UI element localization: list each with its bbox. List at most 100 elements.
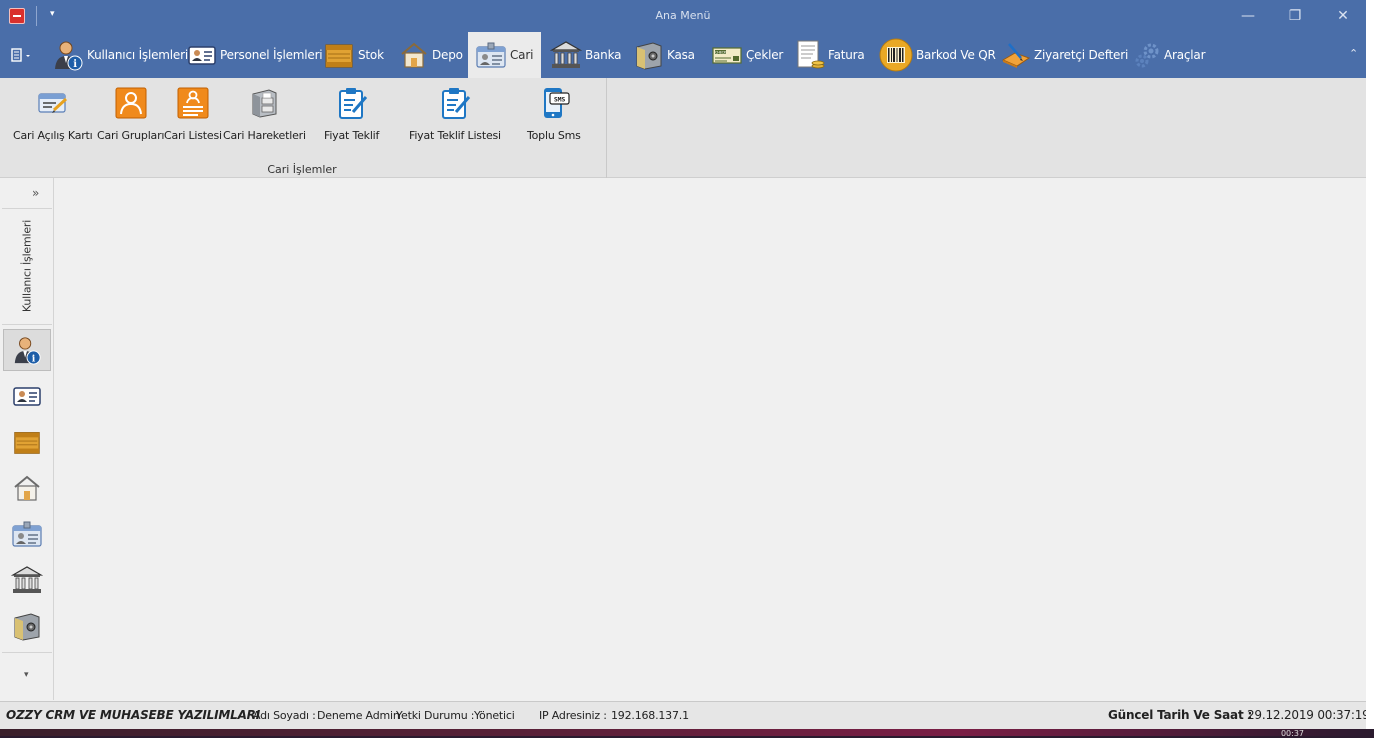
sidebar-divider	[2, 324, 52, 325]
sidebar-item-stok[interactable]	[3, 421, 51, 463]
tab-depo[interactable]: Depo	[399, 32, 463, 78]
tab-personel-islemleri[interactable]: Personel İşlemleri	[187, 32, 323, 78]
ribbon-button-label: Cari Listesi	[164, 129, 222, 142]
gears-icon	[1135, 43, 1159, 68]
house-icon	[401, 42, 427, 68]
card-edit-icon	[38, 93, 67, 113]
box-icon	[325, 44, 353, 68]
clipboard-edit-icon	[338, 88, 367, 119]
box-icon	[14, 432, 40, 454]
tab-label: Ziyaretçi Defteri	[1034, 48, 1129, 62]
tab-label: Stok	[358, 48, 384, 62]
svg-text:i: i	[32, 353, 36, 364]
role-value: Yönetici	[474, 709, 515, 722]
datetime-label: Güncel Tarih Ve Saat :	[1108, 708, 1253, 722]
taskbar-strip	[0, 729, 1374, 736]
tab-cekler[interactable]: CHECK Çekler	[711, 32, 783, 78]
svg-text:CHECK: CHECK	[715, 50, 727, 54]
tab-label: Araçlar	[1164, 48, 1206, 62]
safe-icon	[636, 42, 662, 70]
sidebar-item-kasa[interactable]	[3, 605, 51, 647]
title-bar: ▾ Ana Menü — ❐ ✕	[0, 0, 1366, 32]
ribbon-button-label: Fiyat Teklif Listesi	[409, 129, 501, 142]
restore-button[interactable]: ❐	[1283, 4, 1307, 28]
main-window: ▾ Ana Menü — ❐ ✕ i Kullanıcı İşlemleri P…	[0, 0, 1366, 736]
ip-label: IP Adresiniz :	[539, 709, 607, 722]
users-group-icon	[115, 87, 147, 119]
sidebar-item-banka[interactable]	[3, 559, 51, 601]
cari-hareketleri-button[interactable]: Cari Hareketleri	[223, 86, 306, 142]
barcode-icon	[879, 38, 913, 72]
svg-text:SMS: SMS	[554, 96, 565, 104]
cari-gruplari-button[interactable]: Cari Grupları	[97, 86, 164, 142]
minimize-button[interactable]: —	[1236, 4, 1260, 28]
cari-listesi-button[interactable]: Cari Listesi	[164, 86, 222, 142]
ribbon-tabs: i Kullanıcı İşlemleri Personel İşlemleri	[0, 32, 1366, 78]
sidebar-group-title[interactable]: Kullanıcı İşlemleri	[2, 208, 52, 323]
ribbon-group-caption: Cari İşlemler	[267, 163, 337, 176]
house-icon	[14, 475, 40, 501]
clipboard-list-icon	[441, 88, 471, 119]
sidebar-item-depo[interactable]	[3, 467, 51, 509]
ribbon-button-label: Cari Hareketleri	[223, 129, 306, 142]
collapse-ribbon-icon[interactable]: ⌃	[1349, 47, 1358, 60]
sms-phone-icon: SMS	[543, 88, 570, 118]
sidebar-scroll-down-icon[interactable]: ▾	[24, 670, 29, 680]
sidebar-item-cari[interactable]	[3, 513, 51, 555]
cabinet-icon	[252, 89, 277, 118]
tab-barkod-ve-qr[interactable]: Barkod Ve QR	[879, 32, 996, 78]
tab-banka[interactable]: Banka	[550, 32, 621, 78]
tab-stok[interactable]: Stok	[323, 32, 384, 78]
tab-araclar[interactable]: Araçlar	[1133, 32, 1206, 78]
window-title: Ana Menü	[655, 9, 711, 22]
navigation-sidebar: » Kullanıcı İşlemleri i ▾	[0, 178, 54, 700]
tab-label: Kullanıcı İşlemleri	[87, 48, 188, 62]
check-icon: CHECK	[712, 47, 742, 64]
user-info-icon: i	[55, 41, 83, 71]
role-label: Yetki Durumu :	[396, 709, 475, 722]
sidebar-item-personel-islemleri[interactable]	[3, 375, 51, 417]
ribbon-button-label: Fiyat Teklif	[324, 129, 380, 142]
tab-ziyaretci-defteri[interactable]: Ziyaretçi Defteri	[1001, 32, 1128, 78]
bank-icon	[550, 41, 582, 68]
sidebar-item-kullanici-islemleri[interactable]: i	[3, 329, 51, 371]
tab-label: Personel İşlemleri	[220, 48, 323, 62]
cari-acilis-karti-button[interactable]: Cari Açılış Kartı	[13, 86, 93, 142]
expand-sidebar-icon[interactable]: »	[32, 186, 39, 200]
taskbar-clock: 00:37	[1280, 729, 1304, 738]
tab-label: Banka	[585, 48, 622, 62]
application-menu-icon[interactable]	[11, 48, 33, 62]
tab-label: Barkod Ve QR	[916, 48, 996, 62]
ribbon-group-cari-islemler: Cari Açılış Kartı Cari Grupları Cari Lis…	[0, 78, 607, 178]
fiyat-teklif-listesi-button[interactable]: Fiyat Teklif Listesi	[409, 86, 501, 142]
safe-icon	[14, 613, 40, 641]
tab-kasa[interactable]: Kasa	[634, 32, 695, 78]
sidebar-divider	[2, 652, 52, 653]
fiyat-teklif-button[interactable]: Fiyat Teklif	[324, 86, 379, 142]
id-badge-icon	[12, 521, 42, 547]
tab-label: Kasa	[667, 48, 695, 62]
user-list-icon	[177, 87, 209, 119]
toplu-sms-button[interactable]: SMS Toplu Sms	[527, 86, 581, 142]
status-bar: OZZY CRM VE MUHASEBE YAZILIMLARI Adı Soy…	[0, 701, 1366, 729]
ip-value: 192.168.137.1	[611, 709, 689, 722]
bank-icon	[11, 566, 43, 593]
user-info-icon: i	[14, 337, 41, 365]
guestbook-icon	[1001, 43, 1031, 68]
ribbon-button-label: Cari Açılış Kartı	[13, 129, 93, 142]
ribbon-button-label: Toplu Sms	[527, 129, 581, 142]
tab-label: Çekler	[746, 48, 784, 62]
close-button[interactable]: ✕	[1331, 4, 1355, 28]
tab-cari[interactable]: Cari	[468, 32, 541, 78]
tab-fatura[interactable]: Fatura	[795, 32, 865, 78]
ribbon-button-label: Cari Grupları	[97, 129, 165, 142]
id-card-icon	[188, 46, 216, 65]
company-name: OZZY CRM VE MUHASEBE YAZILIMLARI	[6, 708, 260, 722]
desktop-edge	[1366, 0, 1374, 729]
invoice-icon	[797, 40, 825, 69]
ribbon-panel: Cari Açılış Kartı Cari Grupları Cari Lis…	[0, 78, 1366, 178]
name-value: Deneme Admin	[317, 709, 400, 722]
workspace-area	[54, 178, 1366, 700]
tab-kullanici-islemleri[interactable]: i Kullanıcı İşlemleri	[52, 32, 188, 78]
tab-label: Cari	[510, 48, 534, 62]
